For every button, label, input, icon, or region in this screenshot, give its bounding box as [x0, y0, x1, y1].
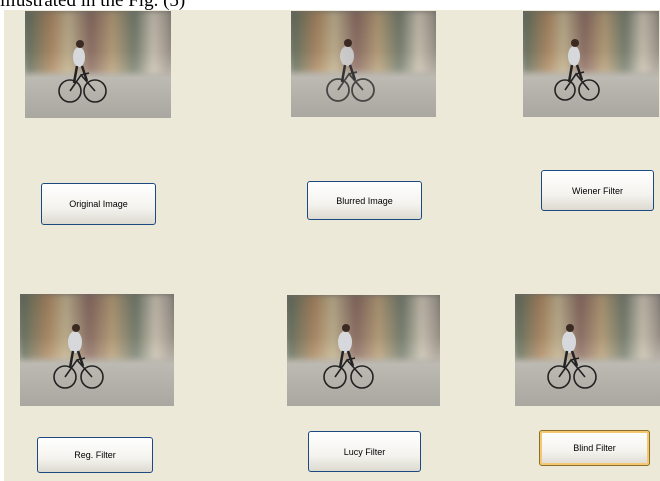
reg-filter-button[interactable]: Reg. Filter — [37, 437, 153, 473]
reg-filter-image — [20, 294, 174, 406]
original-image — [25, 11, 171, 118]
wiener-filter-image — [523, 11, 659, 117]
blind-filter-button[interactable]: Blind Filter — [539, 430, 650, 466]
blurred-image-button[interactable]: Blurred Image — [307, 181, 422, 220]
blurred-image — [291, 11, 436, 117]
image-restoration-panel: Original Image Blurred Image Wiener Filt… — [4, 10, 660, 481]
wiener-filter-button[interactable]: Wiener Filter — [541, 170, 654, 211]
lucy-filter-button[interactable]: Lucy Filter — [308, 431, 421, 472]
original-image-button[interactable]: Original Image — [41, 183, 156, 225]
blind-filter-image — [515, 294, 660, 406]
lucy-filter-image — [287, 295, 440, 406]
